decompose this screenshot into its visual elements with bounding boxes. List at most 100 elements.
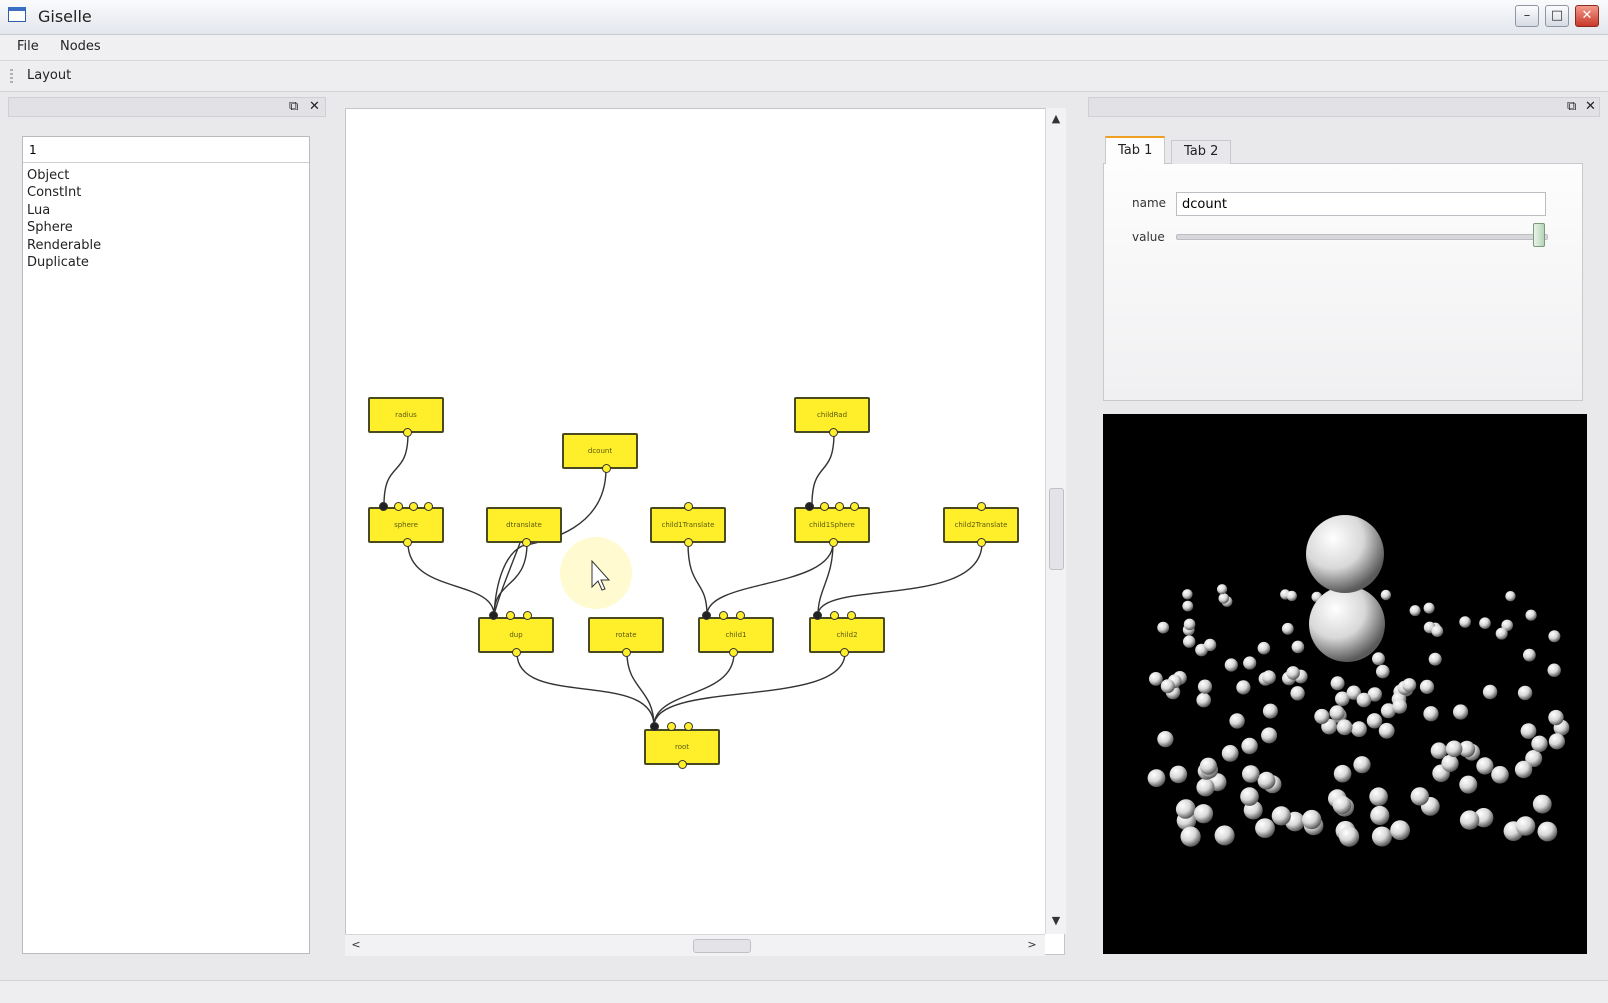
dock-close-icon[interactable]: ✕ <box>309 99 320 114</box>
small-sphere <box>1221 745 1239 762</box>
node-port[interactable] <box>830 611 839 620</box>
node-port[interactable] <box>678 760 687 769</box>
value-slider-handle[interactable] <box>1532 223 1545 247</box>
small-sphere <box>1378 722 1395 739</box>
small-sphere <box>1314 708 1330 725</box>
small-sphere <box>1371 826 1392 847</box>
node-port[interactable] <box>977 538 986 547</box>
node-graph-canvas[interactable]: radius dcount childRad sphere dtranslate… <box>345 108 1065 955</box>
value-slider[interactable] <box>1176 234 1548 240</box>
horizontal-scroll-thumb[interactable] <box>693 939 751 953</box>
node-port[interactable] <box>702 611 711 620</box>
tab-1[interactable]: Tab 1 <box>1105 136 1166 164</box>
small-sphere <box>1183 635 1196 648</box>
small-sphere <box>1281 622 1294 635</box>
node-port[interactable] <box>523 611 532 620</box>
small-sphere <box>1218 593 1230 604</box>
small-sphere <box>1356 692 1372 708</box>
sphere-scene <box>1147 515 1570 847</box>
node-port[interactable] <box>522 538 531 547</box>
list-item[interactable]: Sphere <box>27 219 101 236</box>
small-sphere <box>1240 787 1259 806</box>
list-item[interactable]: Lua <box>27 202 101 219</box>
render-viewport[interactable] <box>1103 414 1587 954</box>
name-label: name <box>1132 196 1167 210</box>
node-port[interactable] <box>506 611 515 620</box>
horizontal-scrollbar[interactable]: < > <box>345 934 1045 956</box>
small-sphere <box>1180 826 1201 847</box>
scroll-left-icon[interactable]: < <box>347 936 365 954</box>
node-port[interactable] <box>424 502 433 511</box>
name-field[interactable] <box>1176 192 1546 216</box>
node-port[interactable] <box>847 611 856 620</box>
edge <box>811 432 835 506</box>
properties-body: name value <box>1103 163 1583 401</box>
node-port[interactable] <box>403 428 412 437</box>
node-port[interactable] <box>835 502 844 511</box>
scroll-down-icon[interactable]: ▼ <box>1047 912 1065 930</box>
list-item[interactable]: Duplicate <box>27 254 101 271</box>
node-port[interactable] <box>622 648 631 657</box>
node-port[interactable] <box>512 648 521 657</box>
node-port[interactable] <box>850 502 859 511</box>
graph-node[interactable]: child1 <box>698 617 774 653</box>
node-port[interactable] <box>736 611 745 620</box>
layout-button[interactable]: Layout <box>27 68 71 83</box>
node-port[interactable] <box>394 502 403 511</box>
node-port[interactable] <box>684 722 693 731</box>
node-port[interactable] <box>977 502 986 511</box>
menu-file[interactable]: File <box>17 39 39 54</box>
node-port[interactable] <box>650 722 659 731</box>
node-port[interactable] <box>813 611 822 620</box>
scroll-right-icon[interactable]: > <box>1023 936 1041 954</box>
dock-close-icon[interactable]: ✕ <box>1585 99 1596 114</box>
node-port[interactable] <box>840 648 849 657</box>
small-sphere <box>1330 676 1345 691</box>
small-sphere <box>1409 605 1421 617</box>
node-port[interactable] <box>684 502 693 511</box>
vertical-scrollbar[interactable]: ▲ ▼ <box>1045 108 1066 934</box>
small-sphere <box>1214 825 1235 846</box>
toolbar-grip[interactable] <box>10 69 13 85</box>
scroll-up-icon[interactable]: ▲ <box>1047 110 1065 128</box>
small-sphere <box>1147 769 1166 787</box>
node-port[interactable] <box>379 502 388 511</box>
node-port[interactable] <box>805 502 814 511</box>
node-filter-input[interactable] <box>23 137 309 163</box>
small-sphere <box>1255 818 1275 838</box>
tab-2[interactable]: Tab 2 <box>1171 140 1232 164</box>
node-port[interactable] <box>667 722 676 731</box>
node-port[interactable] <box>403 538 412 547</box>
dock-float-icon[interactable]: ⧉ <box>289 99 298 114</box>
minimize-button[interactable]: – <box>1515 5 1539 27</box>
small-sphere <box>1196 778 1215 797</box>
list-item[interactable]: ConstInt <box>27 184 101 201</box>
node-port[interactable] <box>729 648 738 657</box>
node-port[interactable] <box>489 611 498 620</box>
dock-float-icon[interactable]: ⧉ <box>1567 99 1576 114</box>
node-port[interactable] <box>409 502 418 511</box>
small-sphere <box>1224 658 1238 672</box>
small-sphere <box>1286 666 1300 680</box>
node-port[interactable] <box>684 538 693 547</box>
graph-node[interactable]: child2 <box>809 617 885 653</box>
list-item[interactable]: Object <box>27 167 101 184</box>
close-button[interactable]: ✕ <box>1575 5 1599 27</box>
node-port[interactable] <box>829 428 838 437</box>
vertical-scroll-thumb[interactable] <box>1049 488 1064 570</box>
node-port[interactable] <box>820 502 829 511</box>
small-sphere <box>1532 794 1552 814</box>
edge <box>706 542 834 616</box>
node-port[interactable] <box>602 464 611 473</box>
maximize-button[interactable]: □ <box>1545 5 1569 27</box>
node-port[interactable] <box>829 538 838 547</box>
small-sphere <box>1339 826 1360 847</box>
edge <box>493 542 521 616</box>
value-label: value <box>1132 230 1165 244</box>
list-item[interactable]: Renderable <box>27 237 101 254</box>
menu-nodes[interactable]: Nodes <box>60 39 101 54</box>
node-port[interactable] <box>719 611 728 620</box>
edge <box>817 542 983 616</box>
small-sphere <box>1197 679 1213 694</box>
graph-node[interactable]: dcount <box>562 433 638 469</box>
